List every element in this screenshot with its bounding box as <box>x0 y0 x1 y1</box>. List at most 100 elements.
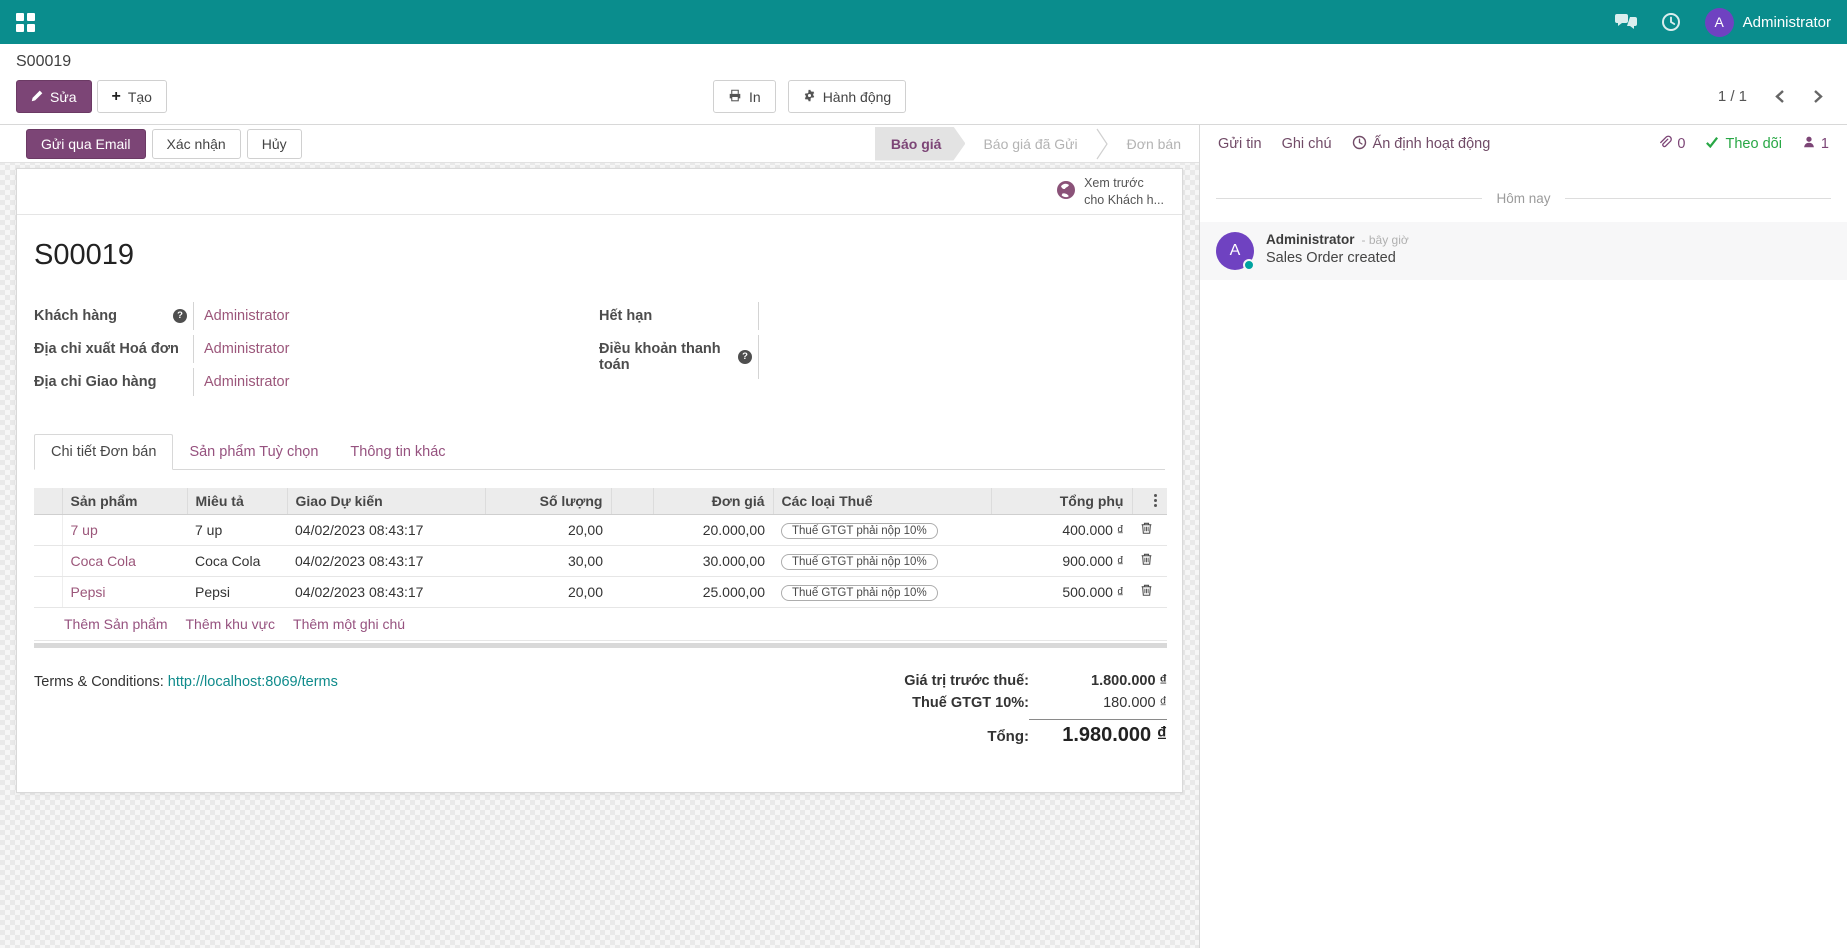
description-column-header[interactable]: Miêu tả <box>187 488 287 514</box>
field-customer: Khách hàng? Administrator <box>34 302 599 335</box>
plus-icon: + <box>112 89 121 105</box>
product-link[interactable]: Coca Cola <box>71 553 136 569</box>
gear-icon <box>803 89 816 105</box>
invoice-address-value[interactable]: Administrator <box>204 341 289 357</box>
total-label: Tổng: <box>987 728 1029 745</box>
messages-icon[interactable] <box>1615 13 1637 31</box>
delivery-address-value[interactable]: Administrator <box>204 374 289 390</box>
activities-clock-icon[interactable] <box>1661 12 1681 32</box>
send-message-button[interactable]: Gửi tin <box>1218 136 1262 152</box>
quantity-cell: 20,00 <box>485 576 611 607</box>
help-icon[interactable]: ? <box>738 350 752 364</box>
statusbar: Gửi qua Email Xác nhận Hủy Báo giá Báo g… <box>0 125 1199 163</box>
add-product-link[interactable]: Thêm Sản phẩm <box>64 616 168 632</box>
customer-preview-button[interactable]: Xem trướccho Khách h... <box>1056 175 1164 208</box>
unit-price-cell: 20.000,00 <box>653 514 773 545</box>
field-group-right: Hết hạn Điều khoản thanh toán? <box>599 302 1159 401</box>
row-handle[interactable] <box>34 576 62 607</box>
user-name: Administrator <box>1743 14 1831 31</box>
delivery-cell: 04/02/2023 08:43:17 <box>287 545 485 576</box>
create-button[interactable]: + Tạo <box>97 80 167 113</box>
tax-badge: Thuế GTGT phải nộp 10% <box>781 554 938 570</box>
schedule-activity-button[interactable]: Ấn định hoạt động <box>1352 135 1491 154</box>
tab-order-lines[interactable]: Chi tiết Đơn bán <box>34 434 173 470</box>
row-handle[interactable] <box>34 545 62 576</box>
create-label: Tạo <box>128 89 152 105</box>
description-cell: Pepsi <box>187 576 287 607</box>
total-row: Tổng: 1.980.000 ₫ <box>837 716 1167 750</box>
chatter-message[interactable]: A Administrator - bây giờ Sales Order cr… <box>1200 222 1847 280</box>
log-note-button[interactable]: Ghi chú <box>1282 136 1332 152</box>
edit-label: Sửa <box>50 89 77 105</box>
taxes-column-header[interactable]: Các loại Thuế <box>773 488 991 514</box>
action-button[interactable]: Hành động <box>788 80 907 113</box>
breadcrumb[interactable]: S00019 <box>16 53 1831 71</box>
attachments-button[interactable]: 0 <box>1657 135 1685 154</box>
field-expiration: Hết hạn <box>599 302 1159 335</box>
delivery-column-header[interactable]: Giao Dự kiến <box>287 488 485 514</box>
quantity-column-header[interactable]: Số lượng <box>485 488 611 514</box>
add-section-link[interactable]: Thêm khu vực <box>186 616 276 632</box>
send-by-email-button[interactable]: Gửi qua Email <box>26 129 146 159</box>
unit-price-cell: 30.000,00 <box>653 545 773 576</box>
edit-button[interactable]: Sửa <box>16 80 92 113</box>
add-note-link[interactable]: Thêm một ghi chú <box>293 616 405 632</box>
subtotal-cell: 400.000 ₫ <box>991 514 1132 545</box>
optional-columns-icon[interactable] <box>1152 492 1159 509</box>
pager-next-icon[interactable] <box>1812 89 1825 104</box>
sheet-top-strip: Xem trướccho Khách h... <box>17 169 1182 215</box>
subtotal-column-header[interactable]: Tổng phụ <box>991 488 1132 514</box>
top-navbar: A Administrator <box>0 0 1847 44</box>
message-author[interactable]: Administrator <box>1266 232 1355 247</box>
product-column-header[interactable]: Sản phẩm <box>62 488 187 514</box>
unit-price-column-header[interactable]: Đơn giá <box>653 488 773 514</box>
user-menu[interactable]: A Administrator <box>1705 8 1831 37</box>
table-row[interactable]: Pepsi Pepsi 04/02/2023 08:43:17 20,00 25… <box>34 576 1167 607</box>
delete-row-icon[interactable] <box>1140 552 1153 566</box>
table-add-links: Thêm Sản phẩm Thêm khu vực Thêm một ghi … <box>34 608 1167 641</box>
tab-other-info[interactable]: Thông tin khác <box>334 435 461 469</box>
table-row[interactable]: Coca Cola Coca Cola 04/02/2023 08:43:17 … <box>34 545 1167 576</box>
product-link[interactable]: Pepsi <box>71 584 106 600</box>
description-cell: Coca Cola <box>187 545 287 576</box>
form-sheet: Xem trướccho Khách h... S00019 Khách hàn… <box>16 168 1183 793</box>
field-payment-terms: Điều khoản thanh toán? <box>599 335 1159 379</box>
payment-terms-value[interactable] <box>759 335 769 347</box>
delivery-address-label: Địa chỉ Giao hàng <box>34 374 187 390</box>
tax-badge: Thuế GTGT phải nộp 10% <box>781 585 938 601</box>
expiration-value[interactable] <box>759 302 769 314</box>
main-content: Gửi qua Email Xác nhận Hủy Báo giá Báo g… <box>0 125 1847 948</box>
attachment-count: 0 <box>1677 136 1685 152</box>
follow-button[interactable]: Theo dõi <box>1705 136 1781 152</box>
table-row[interactable]: 7 up 7 up 04/02/2023 08:43:17 20,00 20.0… <box>34 514 1167 545</box>
followers-button[interactable]: 1 <box>1802 135 1829 153</box>
status-steps: Báo giá Báo giá đã Gửi Đơn bán <box>875 125 1199 163</box>
tax-amount-value: 180.000 ₫ <box>1029 695 1167 711</box>
state-sales-order[interactable]: Đơn bán <box>1109 127 1199 161</box>
untaxed-amount-value: 1.800.000 ₫ <box>1029 673 1167 689</box>
tax-amount-row: Thuế GTGT 10%: 180.000 ₫ <box>837 692 1167 714</box>
paperclip-icon <box>1657 135 1672 154</box>
untaxed-amount-row: Giá trị trước thuế: 1.800.000 ₫ <box>837 670 1167 692</box>
pager-count: 1 / 1 <box>1718 88 1747 105</box>
state-quotation[interactable]: Báo giá <box>875 127 966 161</box>
tab-optional-products[interactable]: Sản phẩm Tuỳ chọn <box>173 435 334 469</box>
message-body: Sales Order created <box>1266 250 1409 266</box>
print-button[interactable]: In <box>713 80 776 113</box>
terms-link[interactable]: http://localhost:8069/terms <box>168 674 338 690</box>
apps-menu-icon[interactable] <box>16 13 35 32</box>
order-title: S00019 <box>34 239 1165 272</box>
state-quotation-sent[interactable]: Báo giá đã Gửi <box>965 127 1095 161</box>
confirm-button[interactable]: Xác nhận <box>152 129 241 159</box>
field-invoice-address: Địa chỉ xuất Hoá đơn Administrator <box>34 335 599 368</box>
help-icon[interactable]: ? <box>173 309 187 323</box>
delete-row-icon[interactable] <box>1140 521 1153 535</box>
clock-icon <box>1352 135 1367 154</box>
cancel-button[interactable]: Hủy <box>247 129 302 159</box>
customer-value[interactable]: Administrator <box>204 308 289 324</box>
delete-row-icon[interactable] <box>1140 583 1153 597</box>
quantity-cell: 20,00 <box>485 514 611 545</box>
product-link[interactable]: 7 up <box>71 522 98 538</box>
row-handle[interactable] <box>34 514 62 545</box>
pager-previous-icon[interactable] <box>1773 89 1786 104</box>
